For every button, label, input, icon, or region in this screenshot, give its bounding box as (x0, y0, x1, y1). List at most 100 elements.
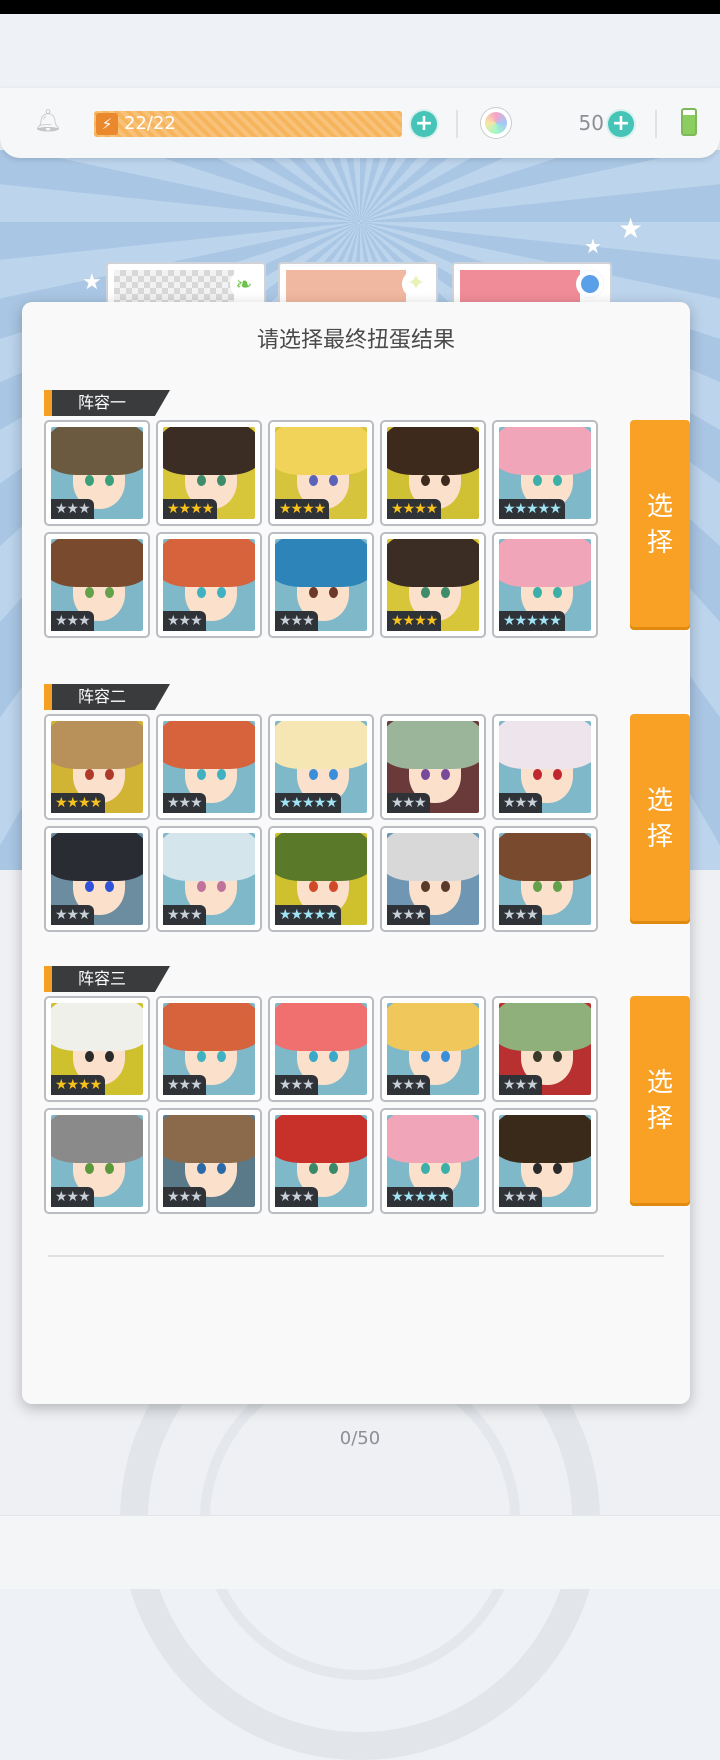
rarity-stars: ★★★ (51, 1187, 94, 1207)
character-card[interactable]: ★★★ (268, 1108, 374, 1214)
character-hair (387, 721, 479, 769)
character-eye (553, 769, 562, 780)
character-hair (275, 427, 367, 475)
character-card[interactable]: ★★★★ (380, 532, 486, 638)
character-eye (441, 587, 450, 598)
character-card[interactable]: ★★★★★ (380, 1108, 486, 1214)
character-eye (553, 1051, 562, 1062)
character-eye (329, 769, 338, 780)
character-eye (217, 881, 226, 892)
rarity-stars: ★★★ (275, 1075, 318, 1095)
select-team-2-button[interactable]: 选 择 (630, 714, 690, 924)
character-card[interactable]: ★★★ (156, 532, 262, 638)
sparkle-icon: ✦ (402, 270, 430, 298)
character-eye (553, 587, 562, 598)
character-eye (197, 881, 206, 892)
character-hair (499, 833, 591, 881)
select-team-1-button[interactable]: 选 择 (630, 420, 690, 630)
character-card[interactable]: ★★★★★ (492, 532, 598, 638)
character-card[interactable]: ★★★ (44, 420, 150, 526)
rarity-stars: ★★★★ (51, 1075, 106, 1095)
character-hair (387, 427, 479, 475)
character-hair (51, 721, 143, 769)
rarity-stars: ★★★ (163, 1075, 206, 1095)
rarity-stars: ★★★ (499, 905, 542, 925)
character-card[interactable]: ★★★★ (44, 714, 150, 820)
dialog-title: 请选择最终扭蛋结果 (256, 328, 455, 353)
dialog-divider (48, 1255, 664, 1257)
character-card[interactable]: ★★★★★ (268, 826, 374, 932)
bell-icon[interactable]: 🔔︎ (34, 110, 62, 134)
character-eye (329, 1163, 338, 1174)
character-eye (533, 881, 542, 892)
gem-icon (481, 108, 511, 138)
character-card[interactable]: ★★★ (492, 1108, 598, 1214)
character-eye (309, 475, 318, 486)
character-eye (197, 1163, 206, 1174)
character-hair (163, 539, 255, 587)
select-team-3-button[interactable]: 选 择 (630, 996, 690, 1206)
character-card[interactable]: ★★★★★ (492, 420, 598, 526)
character-hair (499, 427, 591, 475)
character-eye (421, 475, 430, 486)
character-card[interactable]: ★★★ (44, 532, 150, 638)
rarity-stars: ★★★ (387, 793, 430, 813)
leaf-icon: ❧ (230, 270, 258, 298)
character-card[interactable]: ★★★★ (268, 420, 374, 526)
character-eye (441, 1051, 450, 1062)
status-bar (0, 0, 720, 14)
rarity-stars: ★★★★★ (499, 499, 565, 519)
character-card[interactable]: ★★★ (268, 996, 374, 1102)
character-eye (421, 1051, 430, 1062)
character-eye (105, 1051, 114, 1062)
character-eye (217, 1163, 226, 1174)
character-eye (197, 1051, 206, 1062)
character-card[interactable]: ★★★ (156, 714, 262, 820)
character-hair (163, 1115, 255, 1163)
character-eye (421, 1163, 430, 1174)
character-card[interactable]: ★★★ (268, 532, 374, 638)
character-card[interactable]: ★★★ (380, 996, 486, 1102)
character-hair (387, 1115, 479, 1163)
character-hair (275, 833, 367, 881)
rarity-stars: ★★★★★ (387, 1187, 453, 1207)
character-eye (309, 881, 318, 892)
character-hair (51, 1003, 143, 1051)
character-card[interactable]: ★★★ (156, 996, 262, 1102)
character-eye (309, 1051, 318, 1062)
character-hair (163, 721, 255, 769)
character-card[interactable]: ★★★ (380, 714, 486, 820)
character-card[interactable]: ★★★ (492, 826, 598, 932)
character-card[interactable]: ★★★ (380, 826, 486, 932)
character-card[interactable]: ★★★★ (380, 420, 486, 526)
character-card[interactable]: ★★★★★ (268, 714, 374, 820)
character-eye (85, 587, 94, 598)
character-eye (533, 1163, 542, 1174)
character-eye (441, 769, 450, 780)
rarity-stars: ★★★ (163, 793, 206, 813)
character-eye (441, 1163, 450, 1174)
lightning-icon: ⚡︎ (96, 113, 118, 135)
rarity-stars: ★★★ (499, 1187, 542, 1207)
add-energy-button[interactable]: + (411, 111, 437, 137)
energy-value: 22/22 (124, 113, 176, 134)
star-decoration-icon: ★ (82, 270, 102, 295)
character-eye (553, 475, 562, 486)
character-card[interactable]: ★★★ (44, 826, 150, 932)
character-card[interactable]: ★★★ (156, 826, 262, 932)
character-eye (533, 769, 542, 780)
rarity-stars: ★★★★ (387, 499, 442, 519)
character-eye (329, 475, 338, 486)
character-card[interactable]: ★★★ (492, 996, 598, 1102)
character-eye (533, 475, 542, 486)
rarity-stars: ★★★ (163, 611, 206, 631)
character-card[interactable]: ★★★ (156, 1108, 262, 1214)
character-eye (553, 1163, 562, 1174)
character-card[interactable]: ★★★★ (156, 420, 262, 526)
character-card[interactable]: ★★★ (492, 714, 598, 820)
rarity-stars: ★★★ (51, 499, 94, 519)
character-card[interactable]: ★★★★ (44, 996, 150, 1102)
character-card[interactable]: ★★★ (44, 1108, 150, 1214)
top-resource-bar: 🔔︎ ⚡︎ 22/22 + 50 + (0, 88, 720, 158)
add-gem-button[interactable]: + (608, 111, 634, 137)
